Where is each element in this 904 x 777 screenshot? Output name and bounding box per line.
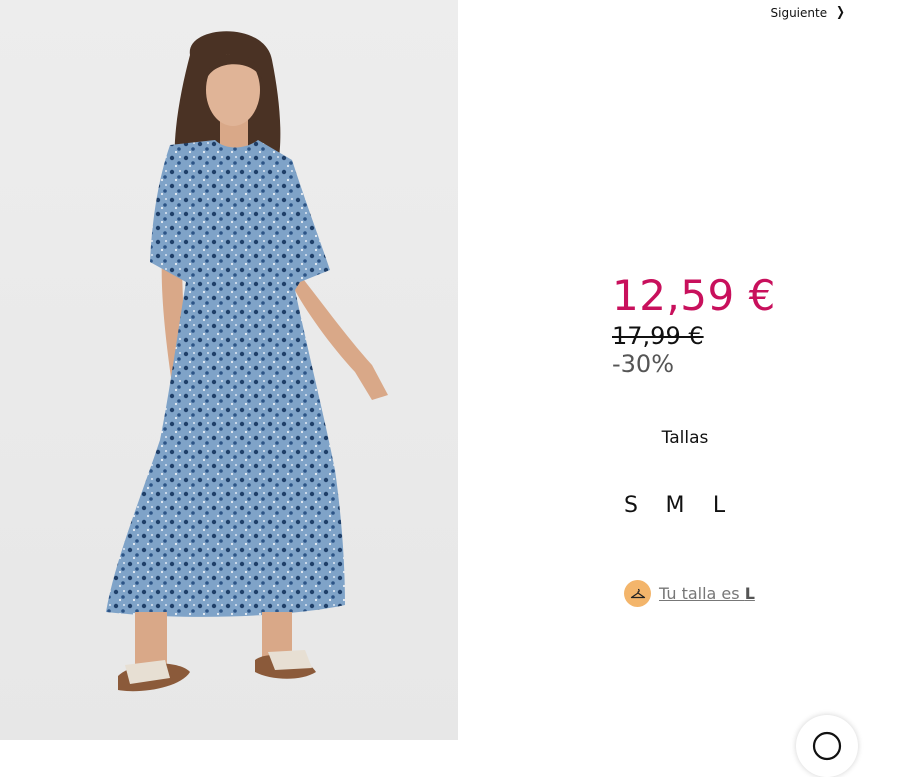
dress-model-illustration xyxy=(106,31,388,692)
recommended-size: L xyxy=(744,584,755,603)
original-price: 17,99 € xyxy=(612,322,704,350)
chevron-right-icon: ❯ xyxy=(836,5,845,20)
size-option-m[interactable]: M xyxy=(664,493,686,518)
hanger-icon xyxy=(624,580,651,607)
chat-icon xyxy=(812,731,842,761)
size-option-s[interactable]: S xyxy=(620,493,642,518)
size-selector: S M L xyxy=(620,493,730,518)
next-label: Siguiente xyxy=(770,5,828,20)
size-recommendation-text: Tu talla es L xyxy=(659,584,755,603)
product-photo[interactable] xyxy=(0,0,458,740)
price-block: 12,59 € 17,99 € -30% xyxy=(612,271,776,379)
size-option-l[interactable]: L xyxy=(708,493,730,518)
size-recommendation-prefix: Tu talla es xyxy=(659,584,745,603)
discount-badge: -30% xyxy=(612,350,675,378)
next-product-link[interactable]: Siguiente ❯ xyxy=(771,5,847,20)
sizes-title: Tallas xyxy=(661,428,709,448)
current-price: 12,59 € xyxy=(612,271,776,320)
chat-button[interactable] xyxy=(796,715,858,777)
size-recommendation-link[interactable]: Tu talla es L xyxy=(624,580,755,607)
